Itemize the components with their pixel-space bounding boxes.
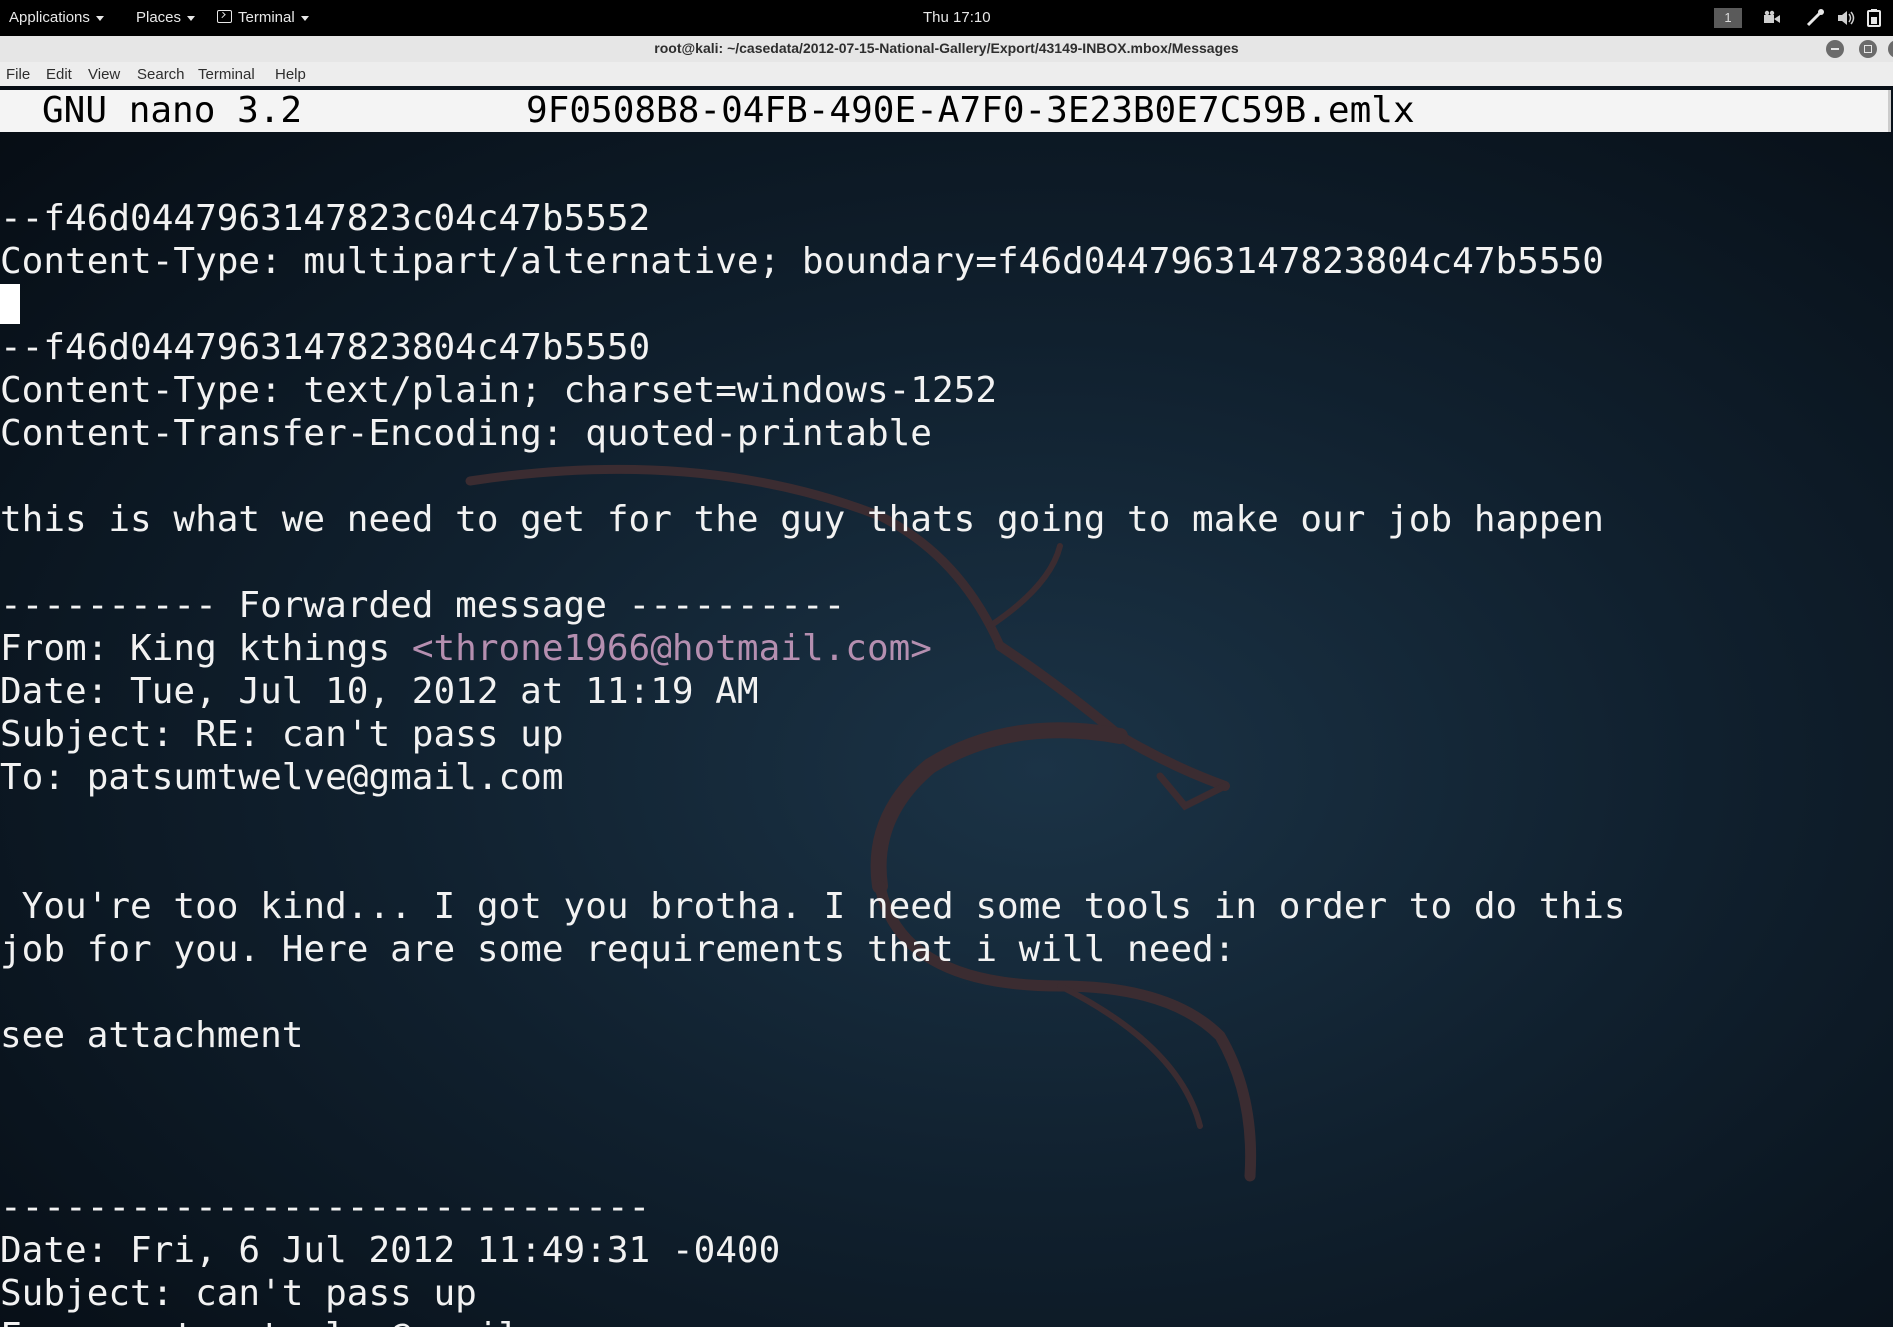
applications-label: Applications [9,9,90,26]
buffer-line: ------------------------------ [0,1187,651,1228]
buffer-line: Subject: RE: can't pass up [0,714,564,755]
window-title: root@kali: ~/casedata/2012-07-15-Nationa… [654,40,1239,56]
buffer-line [0,1057,1893,1100]
nano-buffer[interactable]: --f46d0447963147823c04c47b5552 Content-T… [0,154,1893,1327]
buffer-line: You're too kind... I got you brotha. I n… [0,886,1626,927]
buffer-line [0,154,1893,197]
buffer-line: Date: Fri, 6 Jul 2012 11:49:31 -0400 [0,1230,781,1271]
minimize-button[interactable] [1826,40,1844,58]
terminal-app-label: Terminal [238,9,295,26]
top-panel: Applications Places Terminal Thu 17:10 1 [0,0,1893,36]
buffer-line: ---------- Forwarded message ---------- [0,585,846,626]
terminal-app-menu[interactable]: Terminal [217,9,309,26]
buffer-line: Date: Tue, Jul 10, 2012 at 11:19 AM [0,671,759,712]
buffer-line: --f46d0447963147823804c47b5550 [0,327,651,368]
window-title-bar[interactable]: root@kali: ~/casedata/2012-07-15-Nationa… [0,36,1893,62]
buffer-line: --f46d0447963147823c04c47b5552 [0,198,651,239]
buffer-line: job for you. Here are some requirements … [0,929,1236,970]
tool-icon[interactable] [1804,7,1826,29]
buffer-line: see attachment [0,1015,304,1056]
buffer-line: Subject: can't pass up [0,1273,477,1314]
maximize-button[interactable] [1859,40,1877,58]
menu-view[interactable]: View [88,66,120,83]
menu-help[interactable]: Help [275,66,306,83]
buffer-line: From: patsumtwelve@gmail.com [0,1315,1893,1327]
buffer-line [0,283,1893,326]
nano-title-bar: GNU nano 3.2 9F0508B8-04FB-490E-A7F0-3E2… [0,90,1891,132]
buffer-line [0,799,1893,842]
buffer-line: From: King kthings <throne1966@hotmail.c… [0,627,1893,670]
places-menu[interactable]: Places [136,9,196,26]
volume-icon[interactable] [1835,7,1857,29]
buffer-line: this is what we need to get for the guy … [0,499,1604,540]
buffer-line: Content-Transfer-Encoding: quoted-printa… [0,413,932,454]
buffer-line [0,1100,1893,1143]
video-icon[interactable] [1761,7,1783,29]
clock[interactable]: Thu 17:10 [923,9,991,26]
battery-icon[interactable] [1864,7,1886,29]
buffer-line: To: patsumtwelve@gmail.com [0,757,564,798]
nano-version: GNU nano 3.2 [42,90,303,131]
buffer-line: Content-Type: multipart/alternative; bou… [0,241,1604,282]
nano-filename: 9F0508B8-04FB-490E-A7F0-3E23B0E7C59B.eml… [526,90,1415,131]
menu-terminal[interactable]: Terminal [198,66,255,83]
buffer-line [0,971,1893,1014]
places-label: Places [136,9,182,26]
from-email: <throne1966@hotmail.com> [411,628,932,669]
menu-search[interactable]: Search [137,66,185,83]
buffer-line: Content-Type: text/plain; charset=window… [0,370,997,411]
workspace-indicator[interactable]: 1 [1714,8,1742,28]
text-cursor [0,284,20,324]
from-label: From: King kthings [0,628,412,669]
menu-file[interactable]: File [6,66,30,83]
applications-menu[interactable]: Applications [9,9,104,26]
terminal-area[interactable]: GNU nano 3.2 9F0508B8-04FB-490E-A7F0-3E2… [0,86,1893,1327]
menu-bar: File Edit View Search Terminal Help [0,62,1893,86]
buffer-line [0,455,1893,498]
buffer-line [0,541,1893,584]
terminal-icon [217,10,232,23]
buffer-line [0,1143,1893,1186]
menu-edit[interactable]: Edit [46,66,72,83]
chevron-down-icon [300,15,309,21]
chevron-down-icon [95,15,104,21]
chevron-down-icon [187,15,196,21]
buffer-line [0,842,1893,885]
